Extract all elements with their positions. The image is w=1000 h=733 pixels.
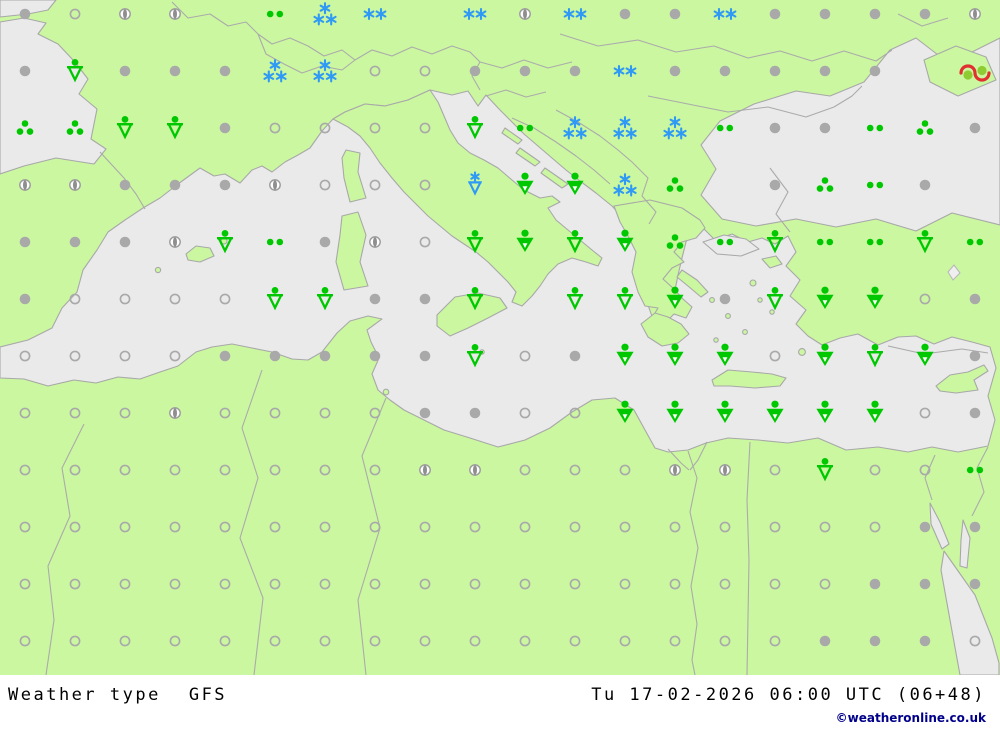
island-rhodes <box>799 349 806 356</box>
cloudy-symbol <box>370 351 381 362</box>
cloudy-symbol <box>920 579 931 590</box>
cloudy-symbol <box>20 9 31 20</box>
cloudy-symbol <box>970 408 981 419</box>
cloudy-symbol <box>970 123 981 134</box>
cloudy-symbol <box>520 66 531 77</box>
cloudy-symbol <box>220 351 231 362</box>
weather-map <box>0 0 1000 675</box>
cloudy-symbol <box>920 636 931 647</box>
cloudy-symbol <box>470 408 481 419</box>
valid-time-label: Tu 17-02-2026 06:00 UTC (06+48) <box>591 685 986 705</box>
cloudy-symbol <box>170 180 181 191</box>
partly-cloudy-symbol <box>520 9 530 19</box>
island-djerba <box>383 389 389 395</box>
cloudy-symbol <box>820 9 831 20</box>
cloudy-symbol <box>120 66 131 77</box>
cloudy-symbol <box>570 351 581 362</box>
partly-cloudy-symbol <box>420 465 430 475</box>
cloudy-symbol <box>420 351 431 362</box>
cloudy-symbol <box>770 180 781 191</box>
cloudy-symbol <box>320 351 331 362</box>
cloudy-symbol <box>420 294 431 305</box>
cloudy-symbol <box>620 9 631 20</box>
cloudy-symbol <box>870 66 881 77</box>
cloudy-symbol <box>220 66 231 77</box>
cloudy-symbol <box>570 66 581 77</box>
cloudy-symbol <box>970 522 981 533</box>
cloudy-symbol <box>20 294 31 305</box>
partly-cloudy-symbol <box>70 180 80 190</box>
cloudy-symbol <box>770 66 781 77</box>
cloudy-symbol <box>820 123 831 134</box>
cloudy-symbol <box>820 66 831 77</box>
island-chios <box>750 280 756 286</box>
partly-cloudy-symbol <box>270 180 280 190</box>
cloudy-symbol <box>20 66 31 77</box>
cloudy-symbol <box>720 66 731 77</box>
cloudy-symbol <box>670 66 681 77</box>
cloudy-symbol <box>870 9 881 20</box>
cloudy-symbol <box>320 237 331 248</box>
island-cyclades-4 <box>714 338 718 342</box>
partly-cloudy-symbol <box>970 9 980 19</box>
partly-cloudy-symbol <box>670 465 680 475</box>
cloudy-symbol <box>70 237 81 248</box>
cloudy-symbol <box>470 66 481 77</box>
model-label: GFS <box>189 685 227 705</box>
cloudy-symbol <box>120 237 131 248</box>
cloudy-symbol <box>370 294 381 305</box>
partly-cloudy-symbol <box>470 465 480 475</box>
cloudy-symbol <box>220 123 231 134</box>
island-cyclades-3 <box>743 330 748 335</box>
cloudy-symbol <box>870 636 881 647</box>
weather-map-page: { "footer": { "product_label": "Weather … <box>0 0 1000 733</box>
cloudy-symbol <box>770 9 781 20</box>
cloudy-symbol <box>220 180 231 191</box>
product-label: Weather type <box>8 685 161 705</box>
map-title: Weather type GFS <box>8 685 227 705</box>
cloudy-symbol <box>420 408 431 419</box>
cloudy-symbol <box>820 636 831 647</box>
cloudy-symbol <box>770 123 781 134</box>
cloudy-symbol <box>970 579 981 590</box>
cloudy-symbol <box>870 579 881 590</box>
island-cyclades-1 <box>710 298 715 303</box>
cloudy-symbol <box>920 180 931 191</box>
partly-cloudy-symbol <box>170 9 180 19</box>
freezing-rain-symbol <box>961 66 989 80</box>
cloudy-symbol <box>970 294 981 305</box>
cloudy-symbol <box>120 180 131 191</box>
partly-cloudy-symbol <box>170 408 180 418</box>
cloudy-symbol <box>170 66 181 77</box>
island-cyclades-6 <box>770 310 774 314</box>
partly-cloudy-symbol <box>20 180 30 190</box>
partly-cloudy-symbol <box>170 237 180 247</box>
island-ibiza <box>155 267 160 272</box>
cloudy-symbol <box>970 351 981 362</box>
partly-cloudy-symbol <box>120 9 130 19</box>
cloudy-symbol <box>920 522 931 533</box>
island-cyclades-2 <box>726 314 731 319</box>
footer-bar: Weather type GFS Tu 17-02-2026 06:00 UTC … <box>0 675 1000 733</box>
island-cyclades-5 <box>758 298 762 302</box>
cloudy-symbol <box>920 9 931 20</box>
cloudy-symbol <box>20 237 31 248</box>
cloudy-symbol <box>720 294 731 305</box>
partly-cloudy-symbol <box>720 465 730 475</box>
cloudy-symbol <box>670 9 681 20</box>
copyright-link[interactable]: ©weatheronline.co.uk <box>836 711 986 725</box>
partly-cloudy-symbol <box>370 237 380 247</box>
cloudy-symbol <box>270 351 281 362</box>
